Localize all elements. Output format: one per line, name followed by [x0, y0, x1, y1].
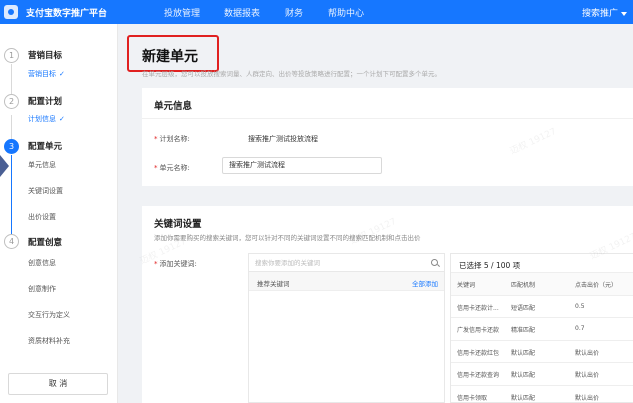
add-all-link[interactable]: 全部添加 [412, 278, 438, 288]
required-mark: * [154, 135, 158, 143]
step-sub-plan-info[interactable]: 计划信息 ✓ [28, 114, 65, 124]
nav-finance[interactable]: 财务 [285, 6, 303, 19]
keyword-settings-description: 添加你需要购买的搜索关键词，您可以针对不同的关键词设置不同的搜索匹配机制和点击出… [154, 234, 421, 242]
plan-name-label-text: 计划名称: [159, 135, 190, 143]
step-number-1: 1 [4, 48, 19, 63]
nav-data-reports[interactable]: 数据报表 [224, 6, 260, 19]
unit-name-input[interactable]: 搜索推广测试流程 [222, 157, 382, 174]
sidebar-item-unit-info[interactable]: 单元信息 [28, 160, 56, 170]
table-row[interactable]: 信用卡领取 默认匹配 默认出价 [451, 384, 633, 403]
table-header: 关键词 匹配机制 点击出价（元） [451, 272, 633, 295]
table-row[interactable]: 广发信用卡还款 精准匹配 0.7 [451, 317, 633, 340]
sidebar-item-creative-info[interactable]: 创意信息 [28, 258, 56, 268]
page-description: 在单元层级，您可以投放搜索词量、人群定向、出价等投放策略进行配置；一个计划下可配… [142, 70, 441, 78]
match-cell[interactable]: 默认匹配 [511, 393, 535, 402]
step-connector-active [11, 155, 12, 239]
sidebar-item-qualification-materials[interactable]: 资质材料补充 [28, 336, 70, 346]
step-title-creative-config[interactable]: 配置创意 [28, 236, 62, 248]
match-cell[interactable]: 精准匹配 [511, 325, 535, 334]
title-highlight-box [127, 35, 219, 72]
sidebar-item-interaction-definition[interactable]: 交互行为定义 [28, 310, 70, 320]
selected-keywords-table: 关键词 匹配机制 点击出价（元） 信用卡还款计... 短语匹配 0.5 广发信用… [451, 272, 633, 403]
keyword-cell: 广发信用卡还款 [457, 327, 500, 334]
nav-ads-management[interactable]: 投放管理 [164, 6, 200, 19]
keyword-cell: 信用卡还款查询 [457, 372, 500, 379]
unit-name-label: * 单元名称: [154, 163, 190, 173]
unit-info-card: 单元信息 * 计划名称: 搜索推广测试投放流程 * 单元名称: [142, 88, 633, 186]
recommend-keywords-label: 推荐关键词 [257, 280, 290, 288]
top-navigation-bar: 支付宝数字推广平台 投放管理 数据报表 财务 帮助中心 搜索推广 [0, 0, 633, 24]
sidebar-item-bid-settings[interactable]: 出价设置 [28, 212, 56, 222]
check-icon: ✓ [59, 70, 65, 78]
keyword-search-placeholder: 搜索你要添加的关键词 [255, 259, 320, 267]
step-sidebar: 1 营销目标 营销目标 ✓ 2 配置计划 计划信息 ✓ 3 配置单元 单元信息 关键… [0, 24, 118, 403]
keyword-cell: 信用卡还款红包 [457, 349, 500, 357]
selected-keywords-panel: 已选择 5 / 100 项 关键词 匹配机制 点击出价（元） 信用卡还款计...… [450, 253, 633, 403]
unit-info-title: 单元信息 [154, 101, 193, 112]
step-title-marketing-goal[interactable]: 营销目标 [28, 49, 62, 61]
step-number-2: 2 [4, 94, 19, 109]
nav-help-center[interactable]: 帮助中心 [328, 6, 364, 19]
step-title-plan-config[interactable]: 配置计划 [28, 95, 62, 107]
table-row[interactable]: 信用卡还款红包 默认匹配 默认出价 [451, 339, 633, 363]
cancel-button[interactable]: 取 消 [8, 373, 108, 395]
sidebar-item-creative-making[interactable]: 创意制作 [28, 284, 56, 294]
match-cell[interactable]: 默认匹配 [511, 348, 535, 357]
check-icon: ✓ [59, 115, 65, 123]
bid-cell[interactable]: 默认出价 [575, 393, 599, 402]
sidebar-item-keyword-settings[interactable]: 关键词设置 [28, 186, 63, 196]
recommend-keywords-header: 推荐关键词 全部添加 [249, 272, 444, 291]
column-header-match: 匹配机制 [511, 282, 536, 289]
account-menu[interactable]: 搜索推广 [582, 6, 627, 19]
keyword-picker-panel: 搜索你要添加的关键词 推荐关键词 全部添加 [248, 253, 445, 403]
column-header-bid: 点击出价（元） [575, 282, 618, 289]
keyword-settings-title: 关键词设置 [154, 219, 202, 230]
account-menu-label: 搜索推广 [581, 9, 618, 19]
table-row[interactable]: 信用卡还款查询 默认匹配 默认出价 [451, 362, 633, 385]
bid-cell[interactable]: 0.7 [575, 325, 585, 332]
plan-name-label: * 计划名称: [154, 134, 190, 144]
plan-name-value: 搜索推广测试投放流程 [248, 135, 318, 143]
step-number-4: 4 [4, 234, 19, 249]
step-title-unit-config[interactable]: 配置单元 [28, 140, 62, 152]
unit-name-label-text: 单元名称: [159, 164, 190, 172]
bid-cell[interactable]: 默认出价 [575, 348, 599, 357]
column-header-keyword: 关键词 [457, 282, 476, 289]
alipay-logo-icon [4, 5, 18, 19]
keyword-cell: 信用卡还款计... [457, 304, 499, 312]
keyword-search-input[interactable]: 搜索你要添加的关键词 [249, 254, 444, 272]
selected-count: 已选择 5 / 100 项 [459, 261, 521, 270]
add-keyword-label: * 添加关键词: [154, 259, 197, 269]
bid-cell[interactable]: 0.5 [575, 303, 585, 310]
main-content: 新建单元 在单元层级，您可以投放搜索词量、人群定向、出价等投放策略进行配置；一个… [118, 24, 633, 403]
chevron-down-icon [621, 11, 627, 16]
current-step-pointer-icon [0, 155, 9, 177]
table-row[interactable]: 信用卡还款计... 短语匹配 0.5 [451, 294, 633, 318]
bid-cell[interactable]: 默认出价 [575, 370, 599, 379]
match-cell[interactable]: 默认匹配 [511, 370, 535, 379]
search-icon[interactable] [431, 259, 438, 266]
keyword-cell: 信用卡领取 [457, 394, 488, 402]
required-mark: * [154, 260, 158, 268]
step-sub-label: 计划信息 [28, 115, 56, 123]
add-keyword-label-text: 添加关键词: [159, 260, 197, 268]
step-number-3: 3 [4, 139, 19, 154]
step-connector [11, 64, 12, 94]
match-cell[interactable]: 短语匹配 [511, 303, 535, 312]
step-sub-marketing-goal[interactable]: 营销目标 ✓ [28, 69, 65, 79]
keyword-settings-card: 关键词设置 添加你需要购买的搜索关键词，您可以针对不同的关键词设置不同的搜索匹配… [142, 206, 633, 403]
step-sub-label: 营销目标 [28, 70, 56, 78]
required-mark: * [154, 164, 158, 172]
app-title: 支付宝数字推广平台 [26, 9, 108, 19]
divider [142, 118, 633, 119]
